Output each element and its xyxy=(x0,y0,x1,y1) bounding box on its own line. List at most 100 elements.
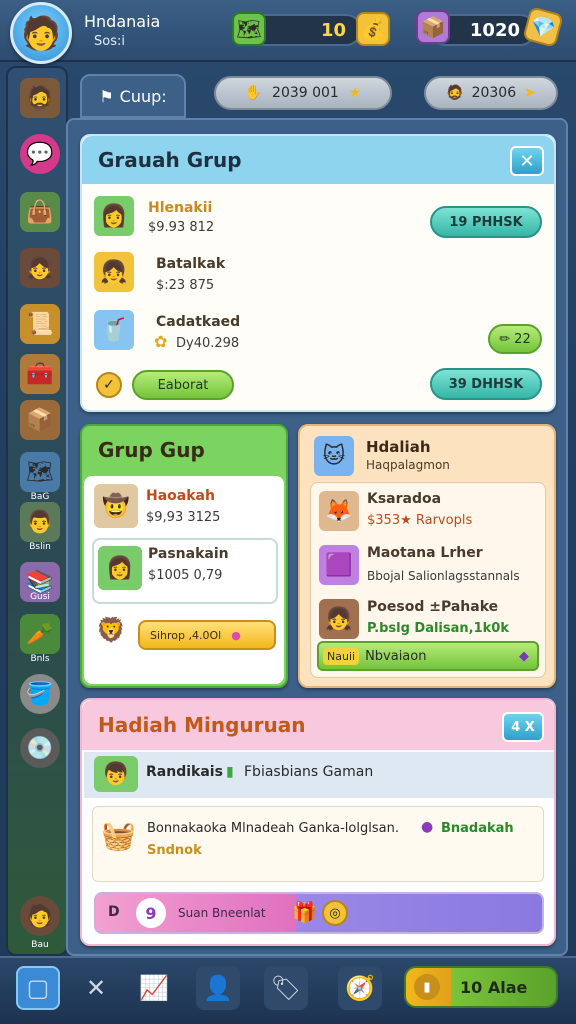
sidebar-item-pot[interactable]: 🪣 xyxy=(20,674,60,714)
villager-icon: 👨 xyxy=(26,509,54,535)
coin-icon: ◎ xyxy=(322,900,348,926)
map-icon[interactable]: 🗺 xyxy=(232,12,266,46)
grup-row-2-value: $:23 875 xyxy=(156,278,215,293)
grup-row-3-value: Dy40.298 xyxy=(176,336,240,351)
player-avatar-icon: 🧑 xyxy=(21,14,61,52)
cup-icon: 🥤 xyxy=(100,317,128,343)
girl-icon: 👧 xyxy=(100,259,128,285)
tab-grup[interactable]: ⚑ Cuup: xyxy=(80,74,186,118)
nav-compass-button[interactable]: 🧭 xyxy=(338,966,382,1010)
fox-girl-icon: 🦊 xyxy=(325,498,353,524)
sidebar-item-crate[interactable]: 📦 xyxy=(20,400,60,440)
pot-icon: 🪣 xyxy=(26,681,54,707)
sidebar-item-hero[interactable]: 🧔 xyxy=(20,78,60,118)
nav-profile-button[interactable]: 👤 xyxy=(196,966,240,1010)
hadiah-row-2-name: Maotana Lrher xyxy=(367,545,483,561)
gup-button[interactable]: Sihrop ,4.0Ol ● xyxy=(138,620,276,650)
gup-button-label: Sihrop ,4.0Ol xyxy=(150,628,222,642)
sidebar-item-friend[interactable]: 👧 xyxy=(20,248,60,288)
hadiah-button[interactable]: Nauii Nbvaiaon ◆ xyxy=(317,641,539,671)
grup-gup-body: 🤠 Haoakah $9,93 3125 👩 Pasnakain $1005 0… xyxy=(84,476,284,684)
nav-tag-button[interactable]: 🏷 xyxy=(264,966,308,1010)
sidebar-item-record[interactable]: 💿 xyxy=(20,728,60,768)
quest-icon: 📜 xyxy=(26,311,54,337)
gift-icon: 🎁 xyxy=(292,900,317,924)
chat-icon: 💬 xyxy=(26,141,54,167)
close-button[interactable]: ✕ xyxy=(510,146,544,176)
mingguan-title: Hadiah Minguruan xyxy=(98,713,306,737)
hadiah-row-1-name: Ksaradoa xyxy=(367,491,442,507)
friend-icon: 👧 xyxy=(26,255,54,281)
row-avatar-3: 🥤 xyxy=(94,310,134,350)
hadiah-row-3-value: P.bslg Dalisan,1k0k xyxy=(367,621,509,636)
gup-row-2-name: Pasnakain xyxy=(148,546,229,562)
gup-row-1-value: $9,93 3125 xyxy=(146,510,221,525)
nav-home-button[interactable]: ▢ xyxy=(16,966,60,1010)
player-avatar[interactable]: 🧑 xyxy=(10,2,72,64)
sidebar-item-villager[interactable]: 👨 xyxy=(20,502,60,542)
nav-action-button[interactable]: ▮ 10 Alae xyxy=(404,966,558,1008)
sidebar: 🧔 💬 👜 👧 📜 🧰 📦 🗺 BaG 👨 Bslin 📚 Gusi 🥕 Bnl… xyxy=(6,66,68,956)
coin-nav-icon: ▮ xyxy=(414,974,440,1000)
tag-icon: 🏷 xyxy=(270,974,302,1002)
gup-row-2-value: $1005 0,79 xyxy=(148,568,223,583)
eaborat-button[interactable]: Eaborat xyxy=(132,370,234,400)
player-name: Hndanaia xyxy=(84,12,161,31)
mingguan-progress-bar[interactable]: D 9 Suan Bneenlat 🎁 ◎ xyxy=(94,892,544,934)
sidebar-item-chest[interactable]: 🧰 xyxy=(20,354,60,394)
nav-action-label: 10 Alae xyxy=(460,977,528,997)
box-icon: 📦 xyxy=(416,10,450,44)
hadiah-list: 🦊 Ksaradoa $353★ Rarvopls 🟪 Maotana Lrhe… xyxy=(310,482,546,678)
price-pill-right[interactable]: 🧔 20306 ➤ xyxy=(424,76,558,110)
sidebar-label-bag: BaG xyxy=(30,492,50,502)
gup-avatar-2: 👩 xyxy=(98,546,142,590)
grup-panel: Grauah Grup ✕ 👩 Hlenakii $9.93 812 19 PH… xyxy=(80,134,556,412)
mingguan-row-1[interactable]: 👦 Randikais ▮ Fbiasbians Gaman xyxy=(84,752,554,798)
grup-bottom-button[interactable]: 39 DHHSK xyxy=(430,368,542,400)
gup-row-2-box[interactable]: 👩 Pasnakain $1005 0,79 xyxy=(92,538,278,604)
mingguan-row-1-desc: Fbiasbians Gaman xyxy=(244,764,374,780)
mingguan-row-1-avatar: 👦 xyxy=(94,756,138,792)
sidebar-item-leaf[interactable]: 🥕 xyxy=(20,614,60,654)
mingguan-bar-left: D xyxy=(108,904,120,920)
coin-stack-icon: 💰 xyxy=(356,12,390,46)
record-icon: 💿 xyxy=(26,735,54,761)
price-left-value: 2039 001 xyxy=(272,85,339,101)
grup-row-3-button[interactable]: ✏ 22 xyxy=(488,324,542,354)
mingguan-header: Hadiah Minguruan xyxy=(82,700,554,750)
hadiah-subtitle: Haqpalagmon xyxy=(366,458,450,472)
sidebar-item-profile[interactable]: 🧑 xyxy=(20,896,60,936)
grup-row-1-button[interactable]: 19 PHHSK xyxy=(430,206,542,238)
hadiah-row-3-name: Poesod ±Pahake xyxy=(367,599,499,615)
woman-green-icon: 👩 xyxy=(106,555,134,581)
sidebar-label-bau: Bau xyxy=(31,940,49,950)
sidebar-item-quest[interactable]: 📜 xyxy=(20,304,60,344)
sidebar-item-map[interactable]: 🗺 xyxy=(20,452,60,492)
grup-row-1-name: Hlenakii xyxy=(148,200,213,216)
nav-chart-button[interactable]: 📈 xyxy=(132,966,176,1010)
hero-mini-icon: 🧔 xyxy=(446,85,464,101)
hadiah-panel: 🐱 Hdaliah Haqpalagmon 🦊 Ksaradoa $353★ R… xyxy=(298,424,556,688)
crate-icon: 📦 xyxy=(26,407,54,433)
boy-icon: 👦 xyxy=(102,761,130,787)
sidebar-item-bag[interactable]: 👜 xyxy=(20,192,60,232)
hadiah-button-text: Nbvaiaon xyxy=(365,648,427,664)
top-bar: 🧑 Hndanaia Sos:i 10 🗺 💰 1020 📦 💎 xyxy=(0,0,576,64)
compass-icon: 🧭 xyxy=(345,974,375,1002)
sidebar-label-bslin: Bslin xyxy=(29,542,51,552)
check-coin-icon[interactable]: ✓ xyxy=(96,372,122,398)
nav-close-button[interactable]: ✕ xyxy=(74,966,118,1010)
mingguan-close-button[interactable]: 4 X xyxy=(502,712,544,742)
woman-icon: 👩 xyxy=(100,203,128,229)
chest-green-icon: 🧺 xyxy=(101,819,136,852)
mingguan-row-2-highlight: Bnadakah xyxy=(441,821,514,836)
hand-icon: ✋ xyxy=(244,85,263,101)
grup-row-1-button-label: 19 PHHSK xyxy=(449,214,523,230)
price-pill-left[interactable]: ✋ 2039 001 ★ xyxy=(214,76,392,110)
leaf-icon: 🥕 xyxy=(26,621,54,647)
sidebar-label-gusi: Gusi xyxy=(30,592,50,602)
square-icon: ▢ xyxy=(26,974,50,1002)
sidebar-item-chat[interactable]: 💬 xyxy=(20,134,60,174)
grup-panel-title: Grauah Grup xyxy=(98,148,242,172)
mingguan-row-2[interactable]: 🧺 Bonnakaoka Mlnadeah Ganka-lolglsan. ● … xyxy=(92,806,544,882)
